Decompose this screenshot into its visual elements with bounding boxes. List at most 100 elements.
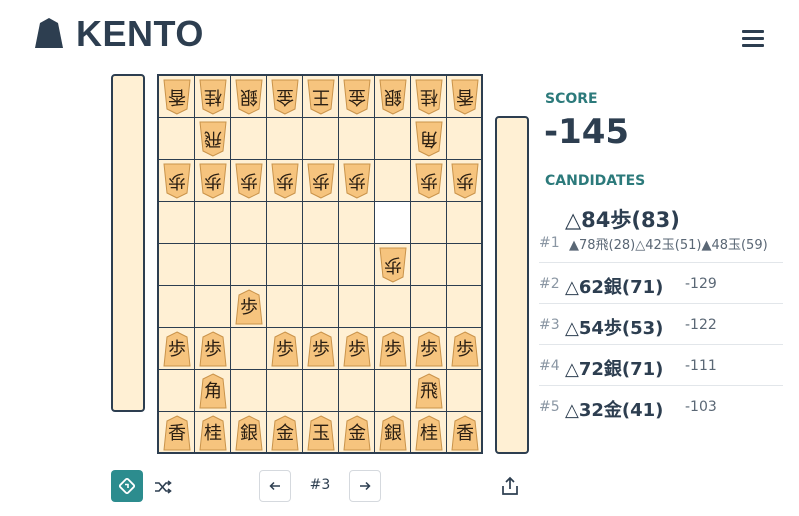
sente-piece[interactable]: 桂 (415, 415, 443, 451)
board-square[interactable] (303, 202, 339, 244)
board-square[interactable] (303, 286, 339, 328)
board-square[interactable] (411, 202, 447, 244)
board-square[interactable] (411, 244, 447, 286)
flip-board-button[interactable] (111, 470, 143, 502)
gote-piece[interactable]: 歩 (307, 163, 335, 199)
piece-label: 香 (168, 86, 186, 107)
candidate-move: △84歩(83) (565, 208, 680, 232)
gote-piece[interactable]: 香 (451, 79, 479, 115)
gote-piece[interactable]: 歩 (379, 247, 407, 283)
gote-piece[interactable]: 王 (307, 79, 335, 115)
sente-piece[interactable]: 歩 (379, 331, 407, 367)
sente-piece[interactable]: 歩 (451, 331, 479, 367)
board-square[interactable] (447, 286, 483, 328)
sente-piece[interactable]: 香 (451, 415, 479, 451)
board-square[interactable] (375, 118, 411, 160)
board-square[interactable] (267, 202, 303, 244)
gote-piece[interactable]: 香 (163, 79, 191, 115)
sente-piece[interactable]: 銀 (379, 415, 407, 451)
gote-piece[interactable]: 桂 (415, 79, 443, 115)
board-square[interactable] (159, 202, 195, 244)
board-square[interactable] (159, 286, 195, 328)
board-square[interactable] (267, 370, 303, 412)
sente-piece[interactable]: 歩 (415, 331, 443, 367)
candidate-row-2[interactable]: #2 △62銀(71) -129 (539, 263, 783, 304)
board-square[interactable] (447, 118, 483, 160)
app-title[interactable]: KENTO (76, 13, 204, 55)
board-square[interactable] (195, 202, 231, 244)
board-square[interactable] (303, 244, 339, 286)
move-number: #3 (309, 477, 331, 493)
gote-piece[interactable]: 歩 (235, 163, 263, 199)
sente-piece-stand[interactable] (495, 116, 529, 454)
gote-piece[interactable]: 金 (271, 79, 299, 115)
candidate-row-1[interactable]: #1 △84歩(83) ▲78飛(28)△42玉(51)▲48玉(59) (539, 200, 783, 263)
board-square[interactable] (339, 370, 375, 412)
candidate-rank: #1 (539, 235, 560, 251)
board-square[interactable] (231, 370, 267, 412)
board-square[interactable] (375, 160, 411, 202)
board-square[interactable] (339, 202, 375, 244)
gote-piece[interactable]: 金 (343, 79, 371, 115)
board-square[interactable] (231, 118, 267, 160)
sente-piece[interactable]: 歩 (307, 331, 335, 367)
board-square[interactable] (447, 202, 483, 244)
gote-piece[interactable]: 飛 (199, 121, 227, 157)
share-button[interactable] (496, 472, 524, 500)
board-square[interactable] (159, 370, 195, 412)
board-square[interactable] (447, 370, 483, 412)
board-square[interactable] (375, 286, 411, 328)
board-square[interactable] (231, 244, 267, 286)
board-square[interactable] (447, 244, 483, 286)
sente-piece[interactable]: 飛 (415, 373, 443, 409)
candidate-row-4[interactable]: #4 △72銀(71) -111 (539, 345, 783, 386)
hamburger-menu-icon[interactable] (740, 28, 766, 48)
board-square[interactable] (339, 286, 375, 328)
sente-piece[interactable]: 歩 (343, 331, 371, 367)
board-square[interactable] (195, 244, 231, 286)
shogi-board[interactable]: 香桂銀金王金銀桂香飛角歩歩歩歩歩歩歩歩歩歩歩歩歩歩歩歩歩歩角飛香桂銀金玉金銀桂香 (157, 74, 483, 454)
gote-piece[interactable]: 歩 (451, 163, 479, 199)
sente-piece[interactable]: 歩 (163, 331, 191, 367)
gote-piece[interactable]: 歩 (271, 163, 299, 199)
shuffle-button[interactable] (150, 474, 176, 500)
sente-piece[interactable]: 桂 (199, 415, 227, 451)
gote-piece[interactable]: 銀 (235, 79, 263, 115)
sente-piece[interactable]: 歩 (271, 331, 299, 367)
board-square[interactable] (267, 118, 303, 160)
board-square[interactable] (303, 370, 339, 412)
board-square[interactable] (375, 370, 411, 412)
gote-piece[interactable]: 角 (415, 121, 443, 157)
sente-piece[interactable]: 金 (271, 415, 299, 451)
prev-move-button[interactable] (259, 470, 291, 502)
gote-piece[interactable]: 歩 (415, 163, 443, 199)
sente-piece[interactable]: 角 (199, 373, 227, 409)
candidate-row-5[interactable]: #5 △32金(41) -103 (539, 386, 783, 427)
board-square[interactable] (411, 286, 447, 328)
sente-piece[interactable]: 銀 (235, 415, 263, 451)
board-square[interactable] (159, 118, 195, 160)
gote-piece[interactable]: 銀 (379, 79, 407, 115)
gote-piece[interactable]: 桂 (199, 79, 227, 115)
board-square[interactable] (195, 286, 231, 328)
board-square[interactable] (303, 118, 339, 160)
next-move-button[interactable] (349, 470, 381, 502)
board-square[interactable] (159, 244, 195, 286)
board-square[interactable] (375, 202, 411, 244)
board-square[interactable] (339, 118, 375, 160)
sente-piece[interactable]: 歩 (235, 289, 263, 325)
sente-piece[interactable]: 歩 (199, 331, 227, 367)
gote-piece[interactable]: 歩 (163, 163, 191, 199)
sente-piece[interactable]: 金 (343, 415, 371, 451)
sente-piece[interactable]: 玉 (307, 415, 335, 451)
board-square[interactable] (339, 244, 375, 286)
candidate-row-3[interactable]: #3 △54歩(53) -122 (539, 304, 783, 345)
board-square[interactable] (231, 202, 267, 244)
board-square[interactable] (267, 244, 303, 286)
gote-piece[interactable]: 歩 (199, 163, 227, 199)
sente-piece[interactable]: 香 (163, 415, 191, 451)
gote-piece[interactable]: 歩 (343, 163, 371, 199)
board-square[interactable] (267, 286, 303, 328)
gote-piece-stand[interactable] (111, 74, 145, 412)
board-square[interactable] (231, 328, 267, 370)
